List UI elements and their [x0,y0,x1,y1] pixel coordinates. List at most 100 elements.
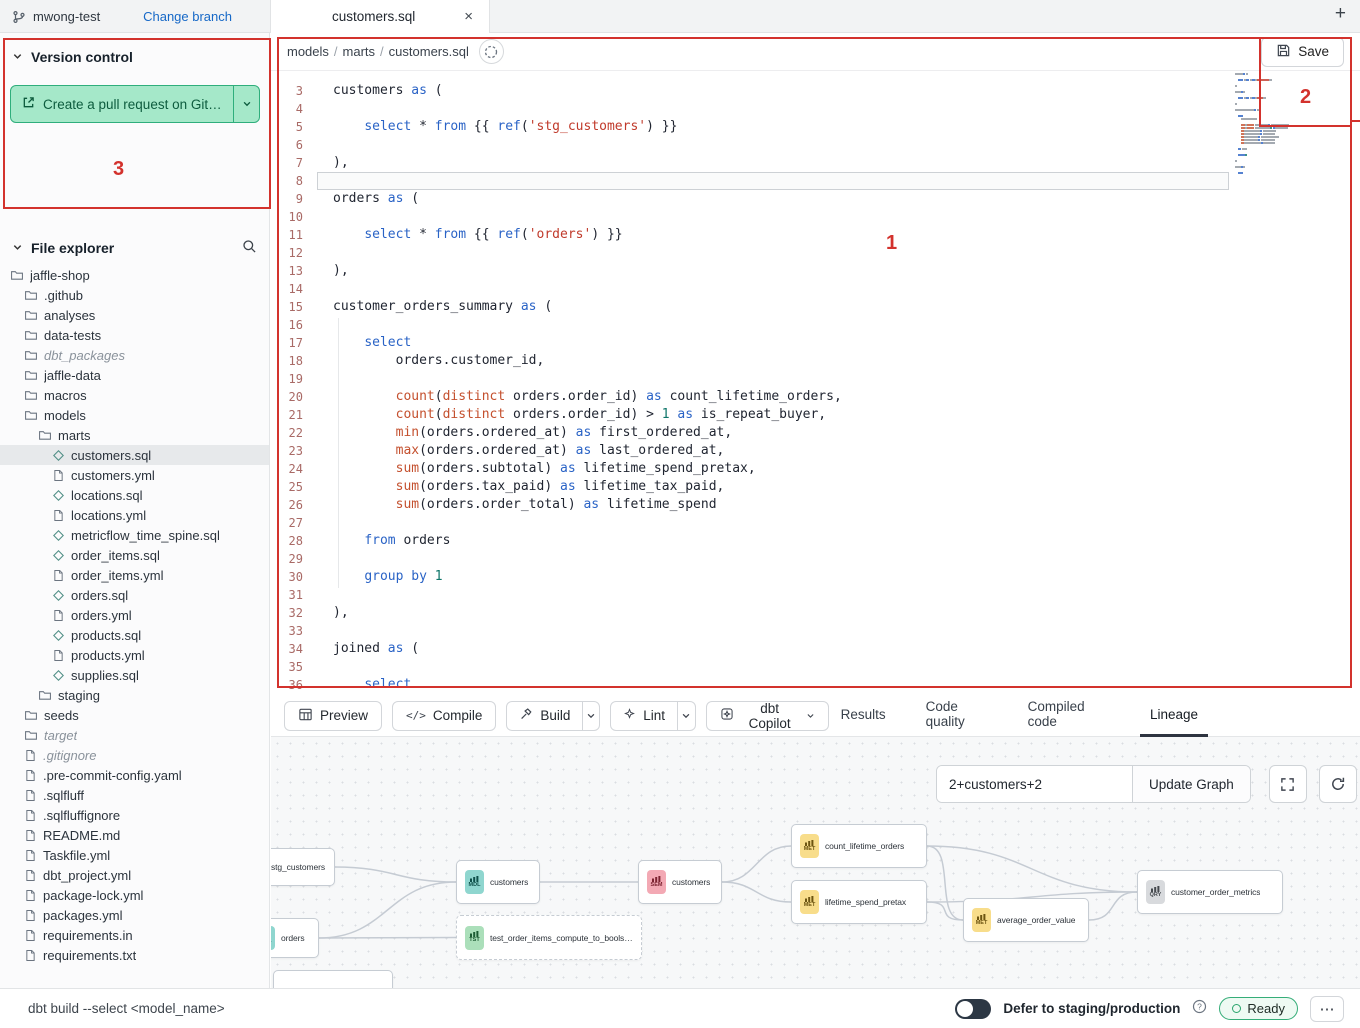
code-line-35[interactable]: 35 [271,658,1229,676]
breadcrumb-models[interactable]: models [287,44,329,59]
tab-compiled-code[interactable]: Compiled code [1026,695,1104,737]
tree-item-.github[interactable]: .github [0,285,269,305]
tree-item-locations.yml[interactable]: locations.yml [0,505,269,525]
lineage-node-stg_customers[interactable]: MDLstg_customers [271,848,335,886]
code-line-27[interactable]: 27 [271,514,1229,532]
build-command-text[interactable]: dbt build --select <model_name> [28,1001,225,1016]
tree-item-dbt_project.yml[interactable]: dbt_project.yml [0,865,269,885]
file-explorer-header[interactable]: File explorer [0,229,269,265]
update-graph-button[interactable]: Update Graph [1132,766,1250,802]
code-line-11[interactable]: 11 select * from {{ ref('orders') }} [271,226,1229,244]
editor-tab-customers[interactable]: customers.sql × [270,0,490,33]
lineage-node-customers[interactable]: SEMcustomers [638,860,722,904]
lint-dropdown-caret[interactable] [677,702,694,730]
tree-item-order_items.yml[interactable]: order_items.yml [0,565,269,585]
defer-toggle[interactable] [955,999,991,1019]
build-button[interactable]: Build [507,702,582,730]
code-line-4[interactable]: 4 [271,100,1229,118]
lineage-selector-input[interactable] [937,766,1132,802]
new-tab-button[interactable]: + [1335,3,1346,25]
tree-item-jaffle-shop[interactable]: jaffle-shop [0,265,269,285]
code-line-14[interactable]: 14 [271,280,1229,298]
code-line-34[interactable]: 34joined as ( [271,640,1229,658]
code-line-15[interactable]: 15customer_orders_summary as ( [271,298,1229,316]
tree-item-products.yml[interactable]: products.yml [0,645,269,665]
code-line-30[interactable]: 30 group by 1 [271,568,1229,586]
code-line-26[interactable]: 26 sum(orders.order_total) as lifetime_s… [271,496,1229,514]
dbt-copilot-button[interactable]: dbt Copilot [706,701,829,731]
code-line-6[interactable]: 6 [271,136,1229,154]
code-line-22[interactable]: 22 min(orders.ordered_at) as first_order… [271,424,1229,442]
code-editor[interactable]: 3customers as (45 select * from {{ ref('… [271,71,1360,695]
tree-item-orders.yml[interactable]: orders.yml [0,605,269,625]
code-line-13[interactable]: 13), [271,262,1229,280]
lineage-panel[interactable]: MDLstg_customers MDLorders MDLcustomers SEM… [271,737,1360,988]
more-options-button[interactable]: ⋯ [1310,996,1344,1022]
status-badge[interactable]: Ready [1219,997,1298,1020]
code-line-29[interactable]: 29 [271,550,1229,568]
lineage-node-partial[interactable] [273,970,393,988]
version-control-header[interactable]: Version control [0,33,269,73]
code-line-5[interactable]: 5 select * from {{ ref('stg_customers') … [271,118,1229,136]
code-line-12[interactable]: 12 [271,244,1229,262]
tree-item-analyses[interactable]: analyses [0,305,269,325]
code-line-32[interactable]: 32), [271,604,1229,622]
tree-item-.sqlfluff[interactable]: .sqlfluff [0,785,269,805]
code-line-16[interactable]: 16 [271,316,1229,334]
tree-item-Taskfile.yml[interactable]: Taskfile.yml [0,845,269,865]
tree-item-marts[interactable]: marts [0,425,269,445]
code-line-28[interactable]: 28 from orders [271,532,1229,550]
tree-item-metricflow_time_spine.sql[interactable]: metricflow_time_spine.sql [0,525,269,545]
code-line-3[interactable]: 3customers as ( [271,82,1229,100]
lineage-node-lifetime_spend_pretax[interactable]: METlifetime_spend_pretax [791,880,927,924]
lint-button[interactable]: Lint [611,702,677,730]
tree-item-macros[interactable]: macros [0,385,269,405]
code-line-8[interactable]: 8 [271,172,1229,190]
code-line-31[interactable]: 31 [271,586,1229,604]
fullscreen-button[interactable] [1269,765,1307,803]
tree-item-order_items.sql[interactable]: order_items.sql [0,545,269,565]
pr-dropdown-caret[interactable] [233,86,259,122]
copilot-dropdown-caret[interactable] [806,711,815,721]
tree-item-README.md[interactable]: README.md [0,825,269,845]
create-pr-button[interactable]: Create a pull request on Git… [10,85,260,123]
tab-results[interactable]: Results [839,695,888,737]
tree-item-package-lock.yml[interactable]: package-lock.yml [0,885,269,905]
breadcrumb-file[interactable]: customers.sql [389,44,469,59]
code-line-18[interactable]: 18 orders.customer_id, [271,352,1229,370]
code-line-23[interactable]: 23 max(orders.ordered_at) as last_ordere… [271,442,1229,460]
lineage-node-orders[interactable]: MDLorders [271,918,319,958]
search-icon[interactable] [242,239,257,257]
tree-item-requirements.txt[interactable]: requirements.txt [0,945,269,965]
tree-item-models[interactable]: models [0,405,269,425]
tree-item-dbt_packages[interactable]: dbt_packages [0,345,269,365]
tree-item-requirements.in[interactable]: requirements.in [0,925,269,945]
tree-item-orders.sql[interactable]: orders.sql [0,585,269,605]
lineage-node-average_order_value[interactable]: METaverage_order_value [963,898,1089,942]
tree-item-.gitignore[interactable]: .gitignore [0,745,269,765]
help-icon[interactable]: ? [1192,999,1207,1019]
minimap[interactable] [1235,73,1315,175]
lineage-node-customer_order_metrics[interactable]: QRYcustomer_order_metrics [1137,870,1283,914]
code-line-17[interactable]: 17 select [271,334,1229,352]
code-line-24[interactable]: 24 sum(orders.subtotal) as lifetime_spen… [271,460,1229,478]
tab-lineage[interactable]: Lineage [1140,695,1208,737]
code-line-10[interactable]: 10 [271,208,1229,226]
code-line-7[interactable]: 7), [271,154,1229,172]
save-button[interactable]: Save [1261,37,1344,67]
breadcrumb-marts[interactable]: marts [343,44,376,59]
tree-item-customers.yml[interactable]: customers.yml [0,465,269,485]
code-line-25[interactable]: 25 sum(orders.tax_paid) as lifetime_tax_… [271,478,1229,496]
code-line-9[interactable]: 9orders as ( [271,190,1229,208]
tree-item-locations.sql[interactable]: locations.sql [0,485,269,505]
lineage-node-customers[interactable]: MDLcustomers [456,860,540,904]
tree-item-staging[interactable]: staging [0,685,269,705]
tree-item-packages.yml[interactable]: packages.yml [0,905,269,925]
build-dropdown-caret[interactable] [582,702,599,730]
code-line-36[interactable]: 36 select [271,676,1229,694]
change-branch-link[interactable]: Change branch [143,9,232,24]
tree-item-data-tests[interactable]: data-tests [0,325,269,345]
tree-item-jaffle-data[interactable]: jaffle-data [0,365,269,385]
code-line-21[interactable]: 21 count(distinct orders.order_id) > 1 a… [271,406,1229,424]
tree-item-.sqlfluffignore[interactable]: .sqlfluffignore [0,805,269,825]
